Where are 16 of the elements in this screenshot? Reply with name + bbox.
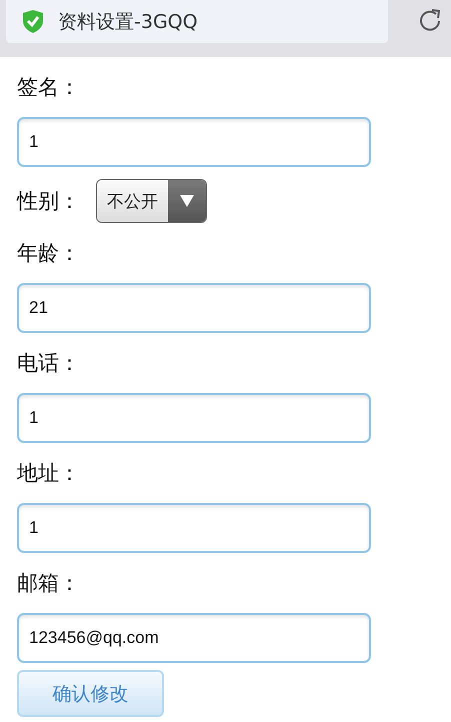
address-bar[interactable]: 资料设置-3GQQ: [6, 0, 388, 43]
dropdown-arrow-icon: [179, 194, 195, 208]
field-label: 电话：: [17, 350, 80, 377]
input-field[interactable]: 21: [17, 283, 371, 333]
gender-dropdown[interactable]: 不公开: [96, 179, 207, 223]
field-label: 地址：: [17, 460, 80, 487]
field-label: 签名：: [17, 74, 80, 101]
shield-check-icon: [22, 9, 44, 34]
field-label: 年龄：: [17, 240, 80, 267]
page-title: 资料设置-3GQQ: [58, 10, 198, 34]
input-field[interactable]: 1: [17, 393, 371, 443]
input-field[interactable]: 1: [17, 117, 371, 167]
field-label: 性别：: [17, 188, 80, 215]
input-field[interactable]: 1: [17, 503, 371, 553]
field-label: 邮箱：: [17, 570, 80, 597]
input-field[interactable]: 123456@qq.com: [17, 613, 371, 663]
